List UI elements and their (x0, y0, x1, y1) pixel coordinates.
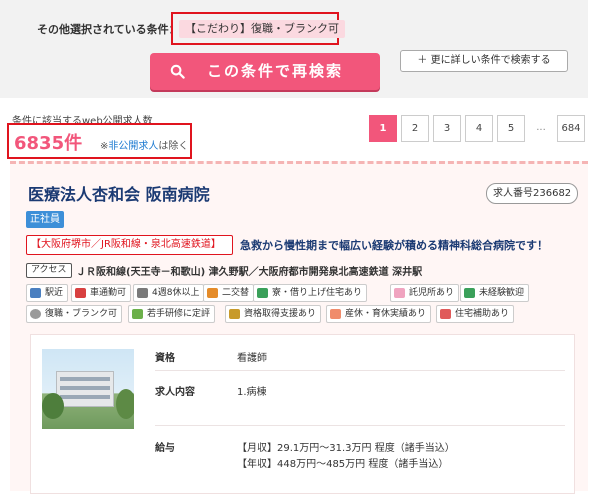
condition-tag[interactable]: 【こだわり】復職・ブランク可 (179, 20, 345, 38)
feature-badge: 復職・ブランク可 (26, 305, 123, 323)
feature-label: 車通勤可 (90, 288, 127, 298)
tree-shape (42, 393, 64, 419)
detail-label-qualification: 資格 (155, 353, 175, 364)
detail-value-salary-annual: 【年収】448万円～485万円 程度（諸手当込） (237, 459, 449, 470)
train-icon (30, 288, 41, 298)
page-2-button[interactable]: 2 (401, 115, 429, 142)
feature-label: 未経験歓迎 (479, 288, 525, 298)
page-3-button[interactable]: 3 (433, 115, 461, 142)
beginner-icon (464, 288, 475, 298)
pagination-ellipsis: ... (536, 122, 546, 133)
area-tag: 【大阪府堺市／JR阪和線・泉北高速鉄道】 (26, 235, 233, 255)
job-title-link[interactable]: 医療法人杏和会 阪南病院 (28, 181, 210, 205)
access-label: アクセス (26, 263, 72, 278)
feature-badge: 二交替 (203, 284, 255, 302)
condition-highlight-box: 【こだわり】復職・ブランク可 (171, 12, 345, 45)
feature-badge: 資格取得支援あり (225, 305, 322, 323)
research-button[interactable]: この条件で再検索 (150, 53, 380, 90)
maternity-icon (330, 309, 341, 319)
clock-icon (30, 309, 41, 319)
result-count-box: 6835件 ※非公開求人は除く (7, 123, 192, 159)
feature-badge: 住宅補助あり (436, 305, 515, 323)
page-last-button[interactable]: 684 (557, 115, 585, 142)
tree-shape (116, 389, 134, 419)
feature-label: 託児所あり (409, 288, 455, 298)
feature-badge: 寮・借り上げ住宅あり (253, 284, 368, 302)
facility-photo (42, 349, 134, 429)
result-count-note: ※非公開求人は除く (100, 137, 188, 152)
detail-label-salary: 給与 (155, 443, 175, 454)
window-rows (60, 377, 110, 381)
certificate-icon (229, 309, 240, 319)
shift-icon (207, 288, 218, 298)
feature-label: 若手研修に定評 (147, 309, 211, 319)
feature-badge: 車通勤可 (71, 284, 132, 302)
detail-label-job-content: 求人内容 (155, 387, 195, 398)
detail-value-salary-monthly: 【月収】29.1万円～31.3万円 程度（諸手当込） (237, 443, 455, 454)
feature-label: 寮・借り上げ住宅あり (272, 288, 363, 298)
job-number-badge: 求人番号236682 (486, 183, 579, 204)
feature-label: 住宅補助あり (455, 309, 510, 319)
page-1-button[interactable]: 1 (369, 115, 397, 142)
baby-bottle-icon (394, 288, 405, 298)
result-count: 6835件 (14, 133, 83, 154)
detailed-search-button[interactable]: ＋ 更に詳しい条件で検索する (400, 50, 568, 72)
feature-badge: 未経験歓迎 (460, 284, 530, 302)
feature-badge: 若手研修に定評 (128, 305, 216, 323)
private-jobs-link[interactable]: 非公開求人 (108, 141, 158, 152)
feature-badge: 4週8休以上 (133, 284, 205, 302)
job-info-panel: 資格 看護師 求人内容 1.病棟 給与 【月収】29.1万円～31.3万円 程度… (30, 334, 575, 494)
detail-value-qualification: 看護師 (237, 353, 267, 364)
detail-divider (155, 425, 565, 426)
other-conditions-label: その他選択されている条件： (37, 23, 180, 36)
feature-label: 資格取得支援あり (244, 309, 317, 319)
calendar-icon (137, 288, 148, 298)
search-condition-panel: その他選択されている条件： 【こだわり】復職・ブランク可 この条件で再検索 ＋ … (0, 0, 588, 98)
access-text: ＪＲ阪和線(天王寺－和歌山) 津久野駅／大阪府都市開発泉北高速鉄道 深井駅 (76, 267, 423, 278)
job-card: 医療法人杏和会 阪南病院 求人番号236682 正社員 【大阪府堺市／JR阪和線… (10, 161, 588, 494)
research-button-label: この条件で再検索 (207, 62, 344, 80)
detail-divider (155, 370, 565, 371)
feature-badge: 駅近 (26, 284, 69, 302)
employment-type-badge: 正社員 (26, 211, 64, 228)
feature-label: 復職・ブランク可 (45, 309, 118, 319)
feature-label: 4週8休以上 (152, 288, 200, 298)
feature-label: 駅近 (45, 288, 64, 298)
feature-label: 産休・育休実績あり (345, 309, 427, 319)
car-icon (75, 288, 86, 298)
job-catchphrase: 急救から慢性期まで幅広い経験が積める精神科総合病院です！ (240, 239, 548, 252)
feature-badge: 産休・育休実績あり (326, 305, 432, 323)
house-support-icon (440, 309, 451, 319)
page-4-button[interactable]: 4 (465, 115, 493, 142)
note-suffix: は除く (158, 141, 189, 152)
page-5-button[interactable]: 5 (497, 115, 525, 142)
feature-badge: 託児所あり (390, 284, 460, 302)
feature-label: 二交替 (222, 288, 250, 298)
sprout-icon (132, 309, 143, 319)
house-icon (257, 288, 268, 298)
search-icon (170, 64, 185, 79)
detail-value-job-content: 1.病棟 (237, 387, 267, 398)
